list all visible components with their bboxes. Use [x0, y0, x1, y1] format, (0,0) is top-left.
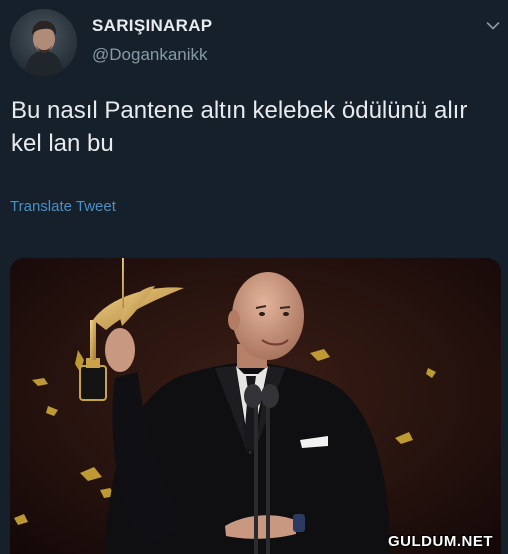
avatar-image [10, 9, 77, 76]
display-name[interactable]: SARIŞINARAP [92, 16, 212, 36]
chevron-down-icon[interactable] [486, 18, 500, 30]
watermark: GULDUM.NET [388, 533, 493, 550]
user-handle[interactable]: @Dogankanikk [92, 45, 208, 65]
tweet-text: Bu nasıl Pantene altın kelebek ödülünü a… [11, 97, 468, 157]
translate-tweet-link[interactable]: Translate Tweet [10, 198, 116, 215]
tweet-photo[interactable]: GULDUM.NET [10, 258, 501, 554]
avatar[interactable] [10, 9, 77, 76]
award-ceremony-photo [10, 258, 501, 554]
